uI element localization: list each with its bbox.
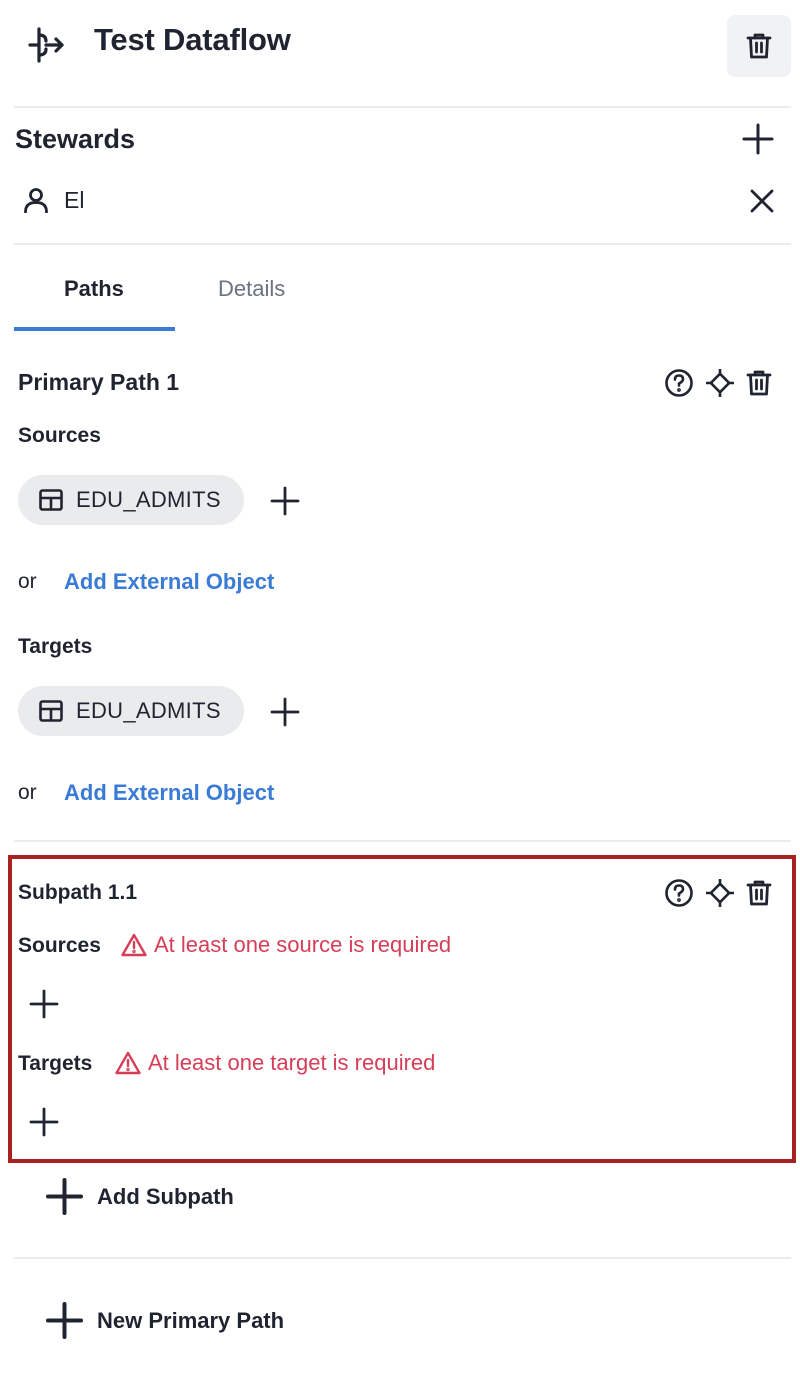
active-tab-indicator bbox=[14, 327, 175, 331]
add-target-icon[interactable] bbox=[270, 697, 300, 727]
warning-icon bbox=[121, 933, 147, 957]
add-external-object-link[interactable]: Add External Object bbox=[64, 780, 274, 806]
locate-icon[interactable] bbox=[706, 879, 734, 907]
subpath-targets-label: Targets bbox=[18, 1052, 93, 1075]
add-subpath-label: Add Subpath bbox=[97, 1183, 234, 1209]
subpath-actions bbox=[664, 878, 772, 908]
divider bbox=[14, 840, 791, 842]
targets-error-text: At least one target is required bbox=[148, 1050, 436, 1075]
add-external-object-link[interactable]: Add External Object bbox=[64, 569, 274, 595]
add-steward-icon[interactable] bbox=[742, 123, 774, 155]
page-title: Test Dataflow bbox=[94, 22, 291, 57]
dataflow-icon bbox=[26, 27, 66, 63]
help-icon[interactable] bbox=[664, 368, 694, 398]
source-chip[interactable]: EDU_ADMITS bbox=[18, 475, 244, 525]
target-chip[interactable]: EDU_ADMITS bbox=[18, 686, 244, 736]
targets-error: At least one target is required bbox=[115, 1050, 435, 1076]
source-chip-label: EDU_ADMITS bbox=[76, 487, 221, 512]
target-chip-label: EDU_ADMITS bbox=[76, 698, 221, 723]
table-icon bbox=[39, 489, 63, 511]
subpath-sources-label: Sources bbox=[18, 934, 101, 957]
warning-icon bbox=[115, 1051, 141, 1075]
divider bbox=[14, 1257, 791, 1259]
sources-label: Sources bbox=[18, 424, 101, 447]
targets-label: Targets bbox=[18, 635, 93, 658]
steward-name: El bbox=[64, 187, 85, 213]
divider bbox=[14, 243, 791, 245]
primary-path-actions bbox=[664, 368, 772, 398]
new-primary-path-label: New Primary Path bbox=[97, 1307, 285, 1333]
subpath-title: Subpath 1.1 bbox=[18, 881, 138, 904]
add-subpath-source-icon[interactable] bbox=[29, 989, 59, 1019]
tab-details[interactable]: Details bbox=[218, 276, 285, 302]
or-text: or bbox=[18, 570, 37, 593]
new-primary-path-button[interactable]: New Primary Path bbox=[46, 1302, 284, 1339]
divider bbox=[14, 106, 791, 108]
help-icon[interactable] bbox=[664, 878, 694, 908]
primary-path-title: Primary Path 1 bbox=[18, 369, 180, 395]
stewards-heading: Stewards bbox=[15, 124, 136, 154]
plus-icon bbox=[46, 1302, 83, 1339]
delete-dataflow-button[interactable] bbox=[727, 15, 791, 77]
trash-icon[interactable] bbox=[746, 369, 772, 397]
tab-paths[interactable]: Paths bbox=[64, 276, 124, 302]
add-subpath-target-icon[interactable] bbox=[29, 1107, 59, 1137]
or-text: or bbox=[18, 781, 37, 804]
table-icon bbox=[39, 700, 63, 722]
sources-error: At least one source is required bbox=[121, 932, 451, 958]
sources-error-text: At least one source is required bbox=[154, 932, 452, 957]
close-icon[interactable] bbox=[749, 188, 775, 214]
trash-icon[interactable] bbox=[746, 879, 772, 907]
add-subpath-button[interactable]: Add Subpath bbox=[46, 1178, 234, 1215]
user-icon bbox=[23, 187, 49, 213]
add-source-icon[interactable] bbox=[270, 486, 300, 516]
trash-icon bbox=[746, 32, 772, 60]
locate-icon[interactable] bbox=[706, 369, 734, 397]
plus-icon bbox=[46, 1178, 83, 1215]
